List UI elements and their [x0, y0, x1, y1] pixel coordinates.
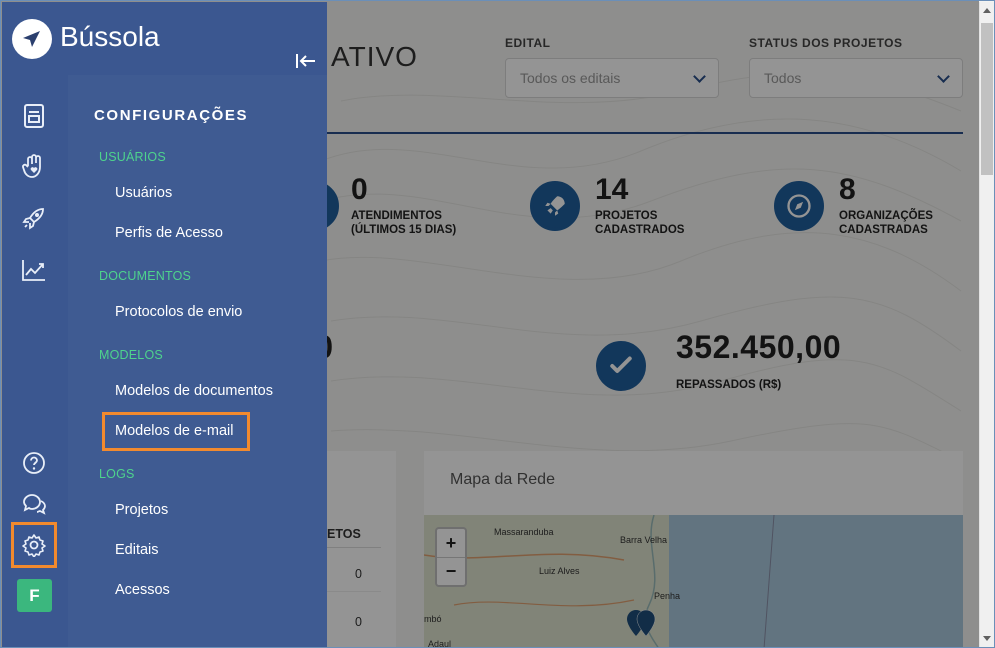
brand-name[interactable]: Bússola: [60, 21, 160, 53]
menu-item-logs-editais[interactable]: Editais: [115, 542, 159, 558]
help-icon[interactable]: [21, 450, 47, 476]
scrollbar-thumb[interactable]: [981, 23, 993, 175]
user-avatar[interactable]: F: [17, 579, 52, 612]
menu-item-logs-projetos[interactable]: Projetos: [115, 502, 168, 518]
menu-item-usuarios[interactable]: Usuários: [115, 185, 172, 201]
section-logs: LOGS: [99, 467, 135, 481]
menu-item-perfis-acesso[interactable]: Perfis de Acesso: [115, 225, 223, 241]
menu-item-protocolos-envio[interactable]: Protocolos de envio: [115, 304, 242, 320]
rocket-icon[interactable]: [21, 205, 47, 231]
section-usuarios: USUÁRIOS: [99, 150, 166, 164]
app-window: ATIVO EDITAL Todos os editais STATUS DOS…: [0, 0, 995, 648]
compass-logo-icon[interactable]: [12, 19, 52, 59]
menu-item-logs-acessos[interactable]: Acessos: [115, 582, 170, 598]
chart-line-icon[interactable]: [21, 257, 47, 283]
menu-item-modelos-documentos[interactable]: Modelos de documentos: [115, 383, 273, 399]
document-icon[interactable]: [21, 103, 47, 129]
scroll-down-icon[interactable]: [983, 636, 991, 641]
chat-icon[interactable]: [21, 491, 47, 517]
collapse-menu-icon[interactable]: [295, 51, 317, 71]
section-documentos: DOCUMENTOS: [99, 269, 192, 283]
settings-icon[interactable]: [21, 532, 47, 558]
section-modelos: MODELOS: [99, 348, 163, 362]
hand-heart-icon[interactable]: [21, 154, 47, 180]
drawer-heading: CONFIGURAÇÕES: [94, 107, 249, 124]
menu-item-modelos-email[interactable]: Modelos de e-mail: [115, 423, 233, 439]
scroll-up-icon[interactable]: [983, 8, 991, 13]
